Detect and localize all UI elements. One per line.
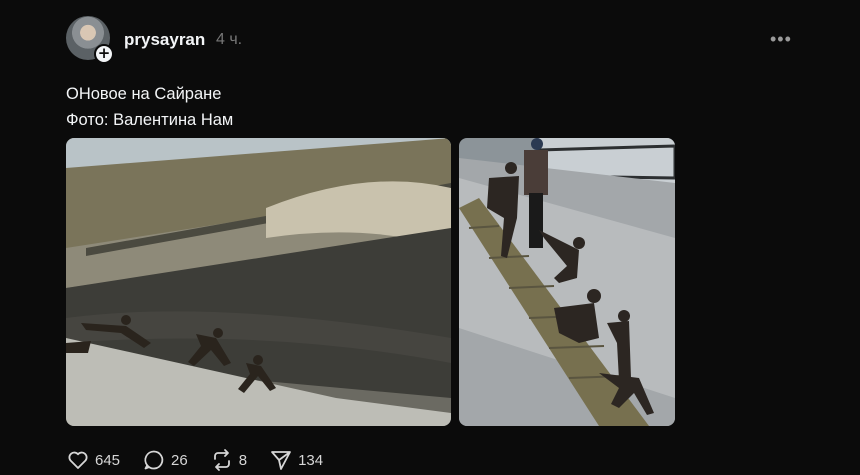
comment-bubble-icon (144, 450, 164, 470)
follow-plus-icon[interactable]: + (94, 44, 114, 64)
comment-button[interactable]: 26 (142, 448, 188, 472)
repost-icon (213, 449, 230, 471)
post-photo-1[interactable] (66, 138, 451, 426)
river-sculpture-photo (66, 138, 451, 426)
like-count: 645 (95, 451, 121, 469)
author-username[interactable]: prysayran (124, 30, 205, 50)
post-actions: 645 26 8 134 (66, 448, 345, 472)
heart-icon (68, 451, 88, 469)
repost-button[interactable]: 8 (210, 448, 247, 472)
post-text: ОНовое на Сайране Фото: Валентина Нам (66, 81, 233, 133)
more-options-icon[interactable]: ••• (770, 29, 792, 50)
like-button[interactable]: 645 (66, 448, 120, 472)
post-text-line-2: Фото: Валентина Нам (66, 111, 234, 129)
comment-count: 26 (171, 451, 188, 469)
repost-count: 8 (238, 451, 248, 469)
author-avatar[interactable]: + (66, 16, 114, 64)
post-text-line-1: ОНовое на Сайране (66, 85, 222, 103)
stairs-sculpture-photo (459, 138, 675, 426)
share-button[interactable]: 134 (269, 448, 323, 472)
send-icon (271, 451, 291, 470)
post-timestamp: 4 ч. (216, 31, 243, 48)
share-count: 134 (298, 451, 324, 469)
post-photo-2[interactable] (459, 138, 675, 426)
